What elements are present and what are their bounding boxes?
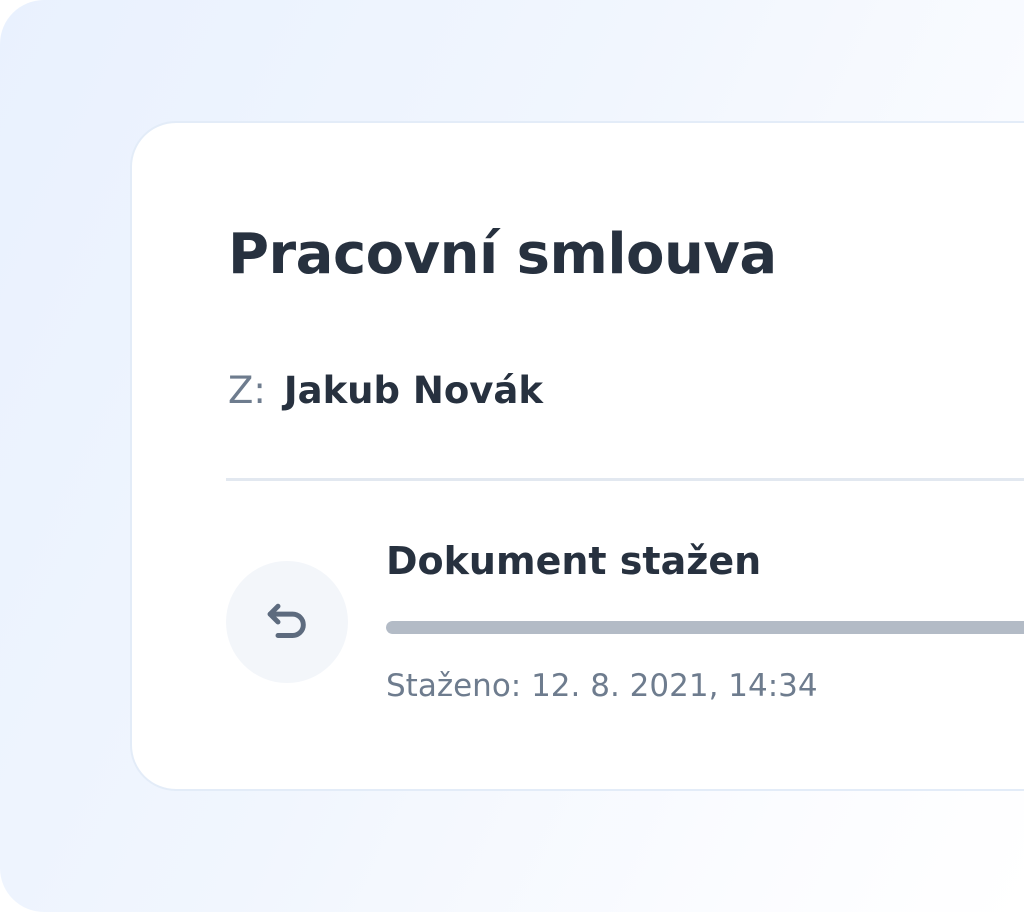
sender-label: Z: (228, 369, 266, 412)
download-progress-bar (386, 621, 1024, 634)
download-timestamp: Staženo: 12. 8. 2021, 14:34 (386, 668, 818, 704)
document-card: Pracovní smlouva Z: Jakub Novák Dokument … (130, 121, 1024, 791)
divider (226, 478, 1024, 481)
undo-button[interactable] (226, 561, 348, 683)
document-title: Pracovní smlouva (228, 222, 777, 287)
sender-name: Jakub Novák (283, 369, 543, 412)
sender-line: Z: Jakub Novák (228, 369, 543, 413)
page-background: Pracovní smlouva Z: Jakub Novák Dokument … (0, 0, 1024, 912)
download-progress-fill (386, 621, 1024, 634)
status-title: Dokument stažen (386, 539, 762, 583)
undo-arrow-icon (267, 603, 306, 638)
